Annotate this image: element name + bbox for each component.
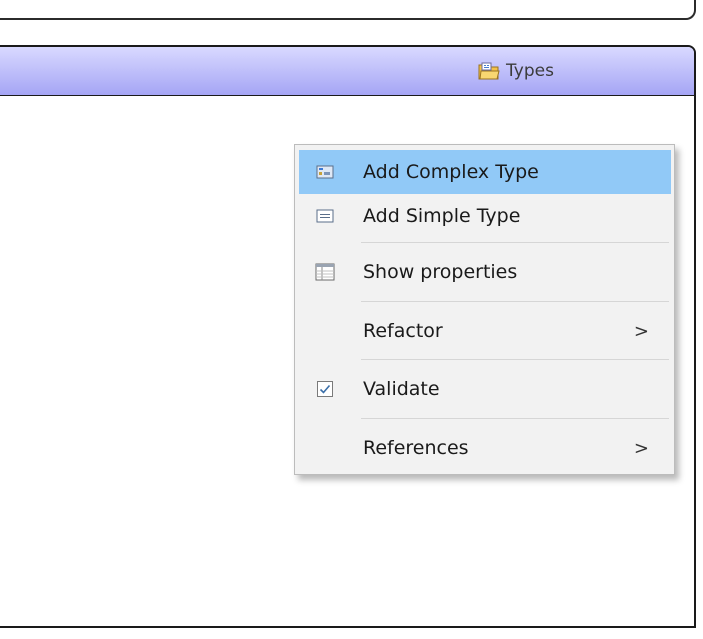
menu-item-label: Validate	[363, 378, 440, 400]
menu-item-label: References	[363, 437, 469, 459]
menu-item-show-properties[interactable]: Show properties	[299, 250, 671, 294]
editor-canvas: Types Add Complex Type Add Simple Type S…	[0, 0, 703, 639]
menu-item-label: Add Simple Type	[363, 205, 521, 227]
checkbox-checked-icon	[299, 367, 351, 411]
menu-separator	[361, 418, 669, 419]
submenu-arrow-icon: >	[633, 437, 649, 459]
complex-type-icon	[299, 150, 351, 194]
properties-table-icon	[299, 250, 351, 294]
types-title-group: Types	[478, 61, 554, 81]
types-panel-header[interactable]: Types	[0, 47, 694, 96]
menu-separator	[361, 359, 669, 360]
menu-item-add-simple-type[interactable]: Add Simple Type	[299, 194, 671, 238]
menu-item-refactor[interactable]: Refactor >	[299, 309, 671, 353]
types-panel-title: Types	[506, 61, 554, 81]
context-menu[interactable]: Add Complex Type Add Simple Type Show pr…	[294, 144, 675, 475]
menu-item-label: Show properties	[363, 261, 518, 283]
menu-item-validate[interactable]: Validate	[299, 367, 671, 411]
menu-item-label: Refactor	[363, 320, 443, 342]
menu-item-label: Add Complex Type	[363, 161, 539, 183]
menu-separator	[361, 301, 669, 302]
menu-icon-placeholder	[299, 426, 351, 470]
menu-separator	[361, 242, 669, 243]
menu-item-add-complex-type[interactable]: Add Complex Type	[299, 150, 671, 194]
simple-type-icon	[299, 194, 351, 238]
menu-icon-placeholder	[299, 309, 351, 353]
previous-panel-outline	[0, 0, 696, 20]
menu-item-references[interactable]: References >	[299, 426, 671, 470]
submenu-arrow-icon: >	[633, 320, 649, 342]
types-folder-icon	[478, 61, 500, 81]
